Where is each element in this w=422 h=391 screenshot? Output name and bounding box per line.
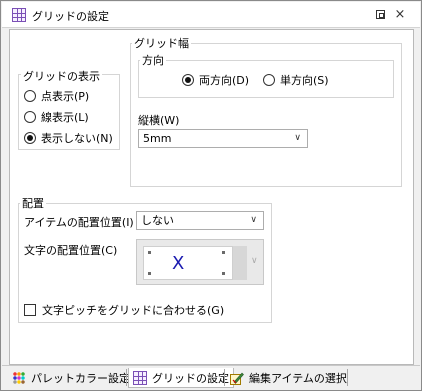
tab-separator [126, 369, 127, 386]
checkbox[interactable] [24, 304, 36, 316]
grid-icon [133, 370, 147, 385]
settings-panel: グリッドの表示 点表示(P) 線表示(L) 表示しない(N) グリッド幅 方向 … [9, 29, 414, 365]
dropdown-strip [233, 246, 247, 280]
item-position-value: しない [141, 214, 174, 227]
size-select[interactable]: 5mm ∨ [138, 129, 308, 148]
placement-label: 配置 [20, 195, 46, 211]
radio-label: 両方向(D) [199, 74, 250, 87]
radio-both-directions[interactable]: 両方向(D) [182, 72, 249, 88]
tab-label: パレットカラー設定 [31, 372, 130, 385]
grid-width-label: グリッド幅 [132, 35, 191, 51]
radio-button[interactable] [24, 132, 36, 144]
radio-label: 表示しない(N) [41, 132, 113, 145]
preview-char: X [172, 253, 185, 274]
restore-icon[interactable] [372, 7, 388, 23]
grid-dot [148, 251, 151, 254]
item-position-select[interactable]: しない ∨ [136, 211, 264, 230]
radio-label: 点表示(P) [41, 90, 90, 103]
tab-grid-settings[interactable]: グリッドの設定 [128, 368, 234, 388]
item-position-label: アイテムの配置位置(I) [24, 216, 134, 229]
chevron-down-icon: ∨ [251, 256, 258, 266]
size-value: 5mm [143, 132, 172, 145]
tab-label: グリッドの設定 [152, 371, 229, 385]
grid-settings-window: グリッドの設定 × グリッドの表示 点表示(P) 線表示(L) 表示しない(N)… [0, 0, 422, 391]
text-position-label: 文字の配置位置(C) [24, 244, 118, 257]
grid-dot [222, 251, 225, 254]
grid-dot [148, 272, 151, 275]
radio-button[interactable] [263, 74, 275, 86]
title-bar: グリッドの設定 × [2, 2, 420, 28]
palette-icon [12, 371, 26, 385]
grid-display-label: グリッドの表示 [21, 68, 102, 84]
chevron-down-icon: ∨ [294, 133, 301, 143]
tab-edit-item-select[interactable]: 編集アイテムの選択 [226, 368, 351, 388]
edit-select-icon [230, 372, 244, 385]
window-title: グリッドの設定 [32, 10, 109, 23]
tab-separator [224, 369, 225, 386]
pitch-checkbox[interactable]: 文字ピッチをグリッドに合わせる(G) [24, 302, 224, 318]
radio-button[interactable] [182, 74, 194, 86]
tab-bar: パレットカラー設定 グリッドの設定 編集アイテムの選択 [2, 365, 420, 389]
close-icon[interactable]: × [392, 7, 408, 23]
direction-label: 方向 [140, 52, 166, 68]
text-position-preview: X [143, 246, 233, 280]
chevron-down-icon: ∨ [250, 215, 257, 225]
size-label: 縦横(W) [138, 114, 180, 127]
radio-label: 線表示(L) [41, 111, 89, 124]
tab-separator [347, 369, 348, 386]
tab-label: 編集アイテムの選択 [249, 372, 347, 385]
radio-line-display[interactable]: 線表示(L) [24, 109, 89, 125]
radio-dot-display[interactable]: 点表示(P) [24, 88, 89, 104]
grid-icon [12, 8, 26, 22]
radio-label: 単方向(S) [280, 74, 329, 87]
radio-button[interactable] [24, 90, 36, 102]
pitch-checkbox-label: 文字ピッチをグリッドに合わせる(G) [42, 304, 225, 317]
text-position-select[interactable]: X ∨ [136, 239, 264, 285]
grid-dot [222, 272, 225, 275]
radio-button[interactable] [24, 111, 36, 123]
radio-no-display[interactable]: 表示しない(N) [24, 130, 113, 146]
tab-palette-color[interactable]: パレットカラー設定 [8, 368, 134, 388]
radio-single-direction[interactable]: 単方向(S) [263, 72, 329, 88]
